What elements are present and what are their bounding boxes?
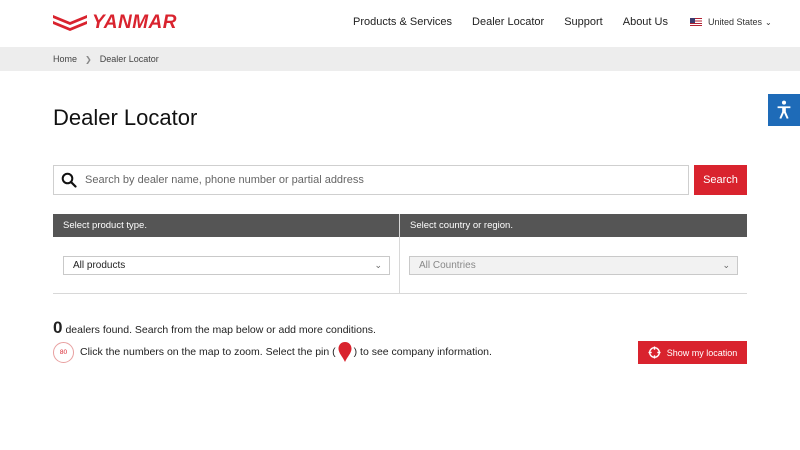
- hint-text-before: Click the numbers on the map to zoom. Se…: [80, 346, 336, 358]
- product-type-select[interactable]: All products ⌄: [63, 256, 390, 275]
- product-type-value: All products: [73, 260, 126, 271]
- yanmar-logo[interactable]: YANMAR: [53, 12, 177, 33]
- chevron-down-icon: ⌄: [374, 260, 382, 270]
- page-title: Dealer Locator: [53, 105, 198, 130]
- filter-panel: Select product type. Select country or r…: [53, 214, 747, 294]
- chevron-down-icon: ⌄: [765, 17, 772, 27]
- show-my-location-button[interactable]: Show my location: [638, 341, 747, 364]
- country-value: All Countries: [419, 260, 476, 271]
- breadcrumb-current: Dealer Locator: [99, 54, 159, 64]
- nav-products-services[interactable]: Products & Services: [353, 16, 452, 28]
- results-text: dealers found. Search from the map below…: [65, 324, 376, 336]
- hint-text-after: ) to see company information.: [353, 346, 492, 358]
- breadcrumb-home[interactable]: Home: [53, 54, 77, 64]
- region-label: United States: [707, 17, 763, 27]
- country-header: Select country or region.: [400, 214, 747, 237]
- search-input[interactable]: [85, 166, 688, 194]
- results-summary: 0 dealers found. Search from the map bel…: [53, 318, 376, 338]
- search-icon: [61, 172, 77, 188]
- region-selector[interactable]: United States ⌄: [689, 17, 772, 27]
- search-box: [53, 165, 689, 195]
- breadcrumb: Home ❯ Dealer Locator: [0, 47, 800, 71]
- nav-about-us[interactable]: About Us: [623, 16, 668, 28]
- country-select[interactable]: All Countries ⌄: [409, 256, 738, 275]
- nav-dealer-locator[interactable]: Dealer Locator: [472, 16, 544, 28]
- chevron-down-icon: ⌄: [722, 260, 730, 270]
- map-hint: 80 Click the numbers on the map to zoom.…: [53, 341, 492, 363]
- show-my-location-label: Show my location: [666, 347, 738, 358]
- dealer-count: 0: [53, 318, 63, 337]
- main-nav: Products & Services Dealer Locator Suppo…: [353, 16, 772, 28]
- map-pin-icon: [338, 342, 352, 362]
- accessibility-button[interactable]: [768, 94, 800, 126]
- accessibility-icon: [777, 100, 791, 119]
- nav-support[interactable]: Support: [564, 16, 603, 28]
- chevron-right-icon: ❯: [85, 54, 92, 64]
- search-button[interactable]: Search: [694, 165, 747, 195]
- crosshair-icon: [648, 346, 661, 359]
- cluster-marker-icon: 80: [53, 341, 74, 363]
- us-flag-icon: [689, 18, 702, 26]
- product-type-header: Select product type.: [53, 214, 399, 237]
- yanmar-wing-icon: [53, 15, 87, 31]
- filter-divider: [399, 214, 400, 294]
- site-header: YANMAR Products & Services Dealer Locato…: [0, 0, 800, 47]
- logo-text: YANMAR: [92, 12, 177, 33]
